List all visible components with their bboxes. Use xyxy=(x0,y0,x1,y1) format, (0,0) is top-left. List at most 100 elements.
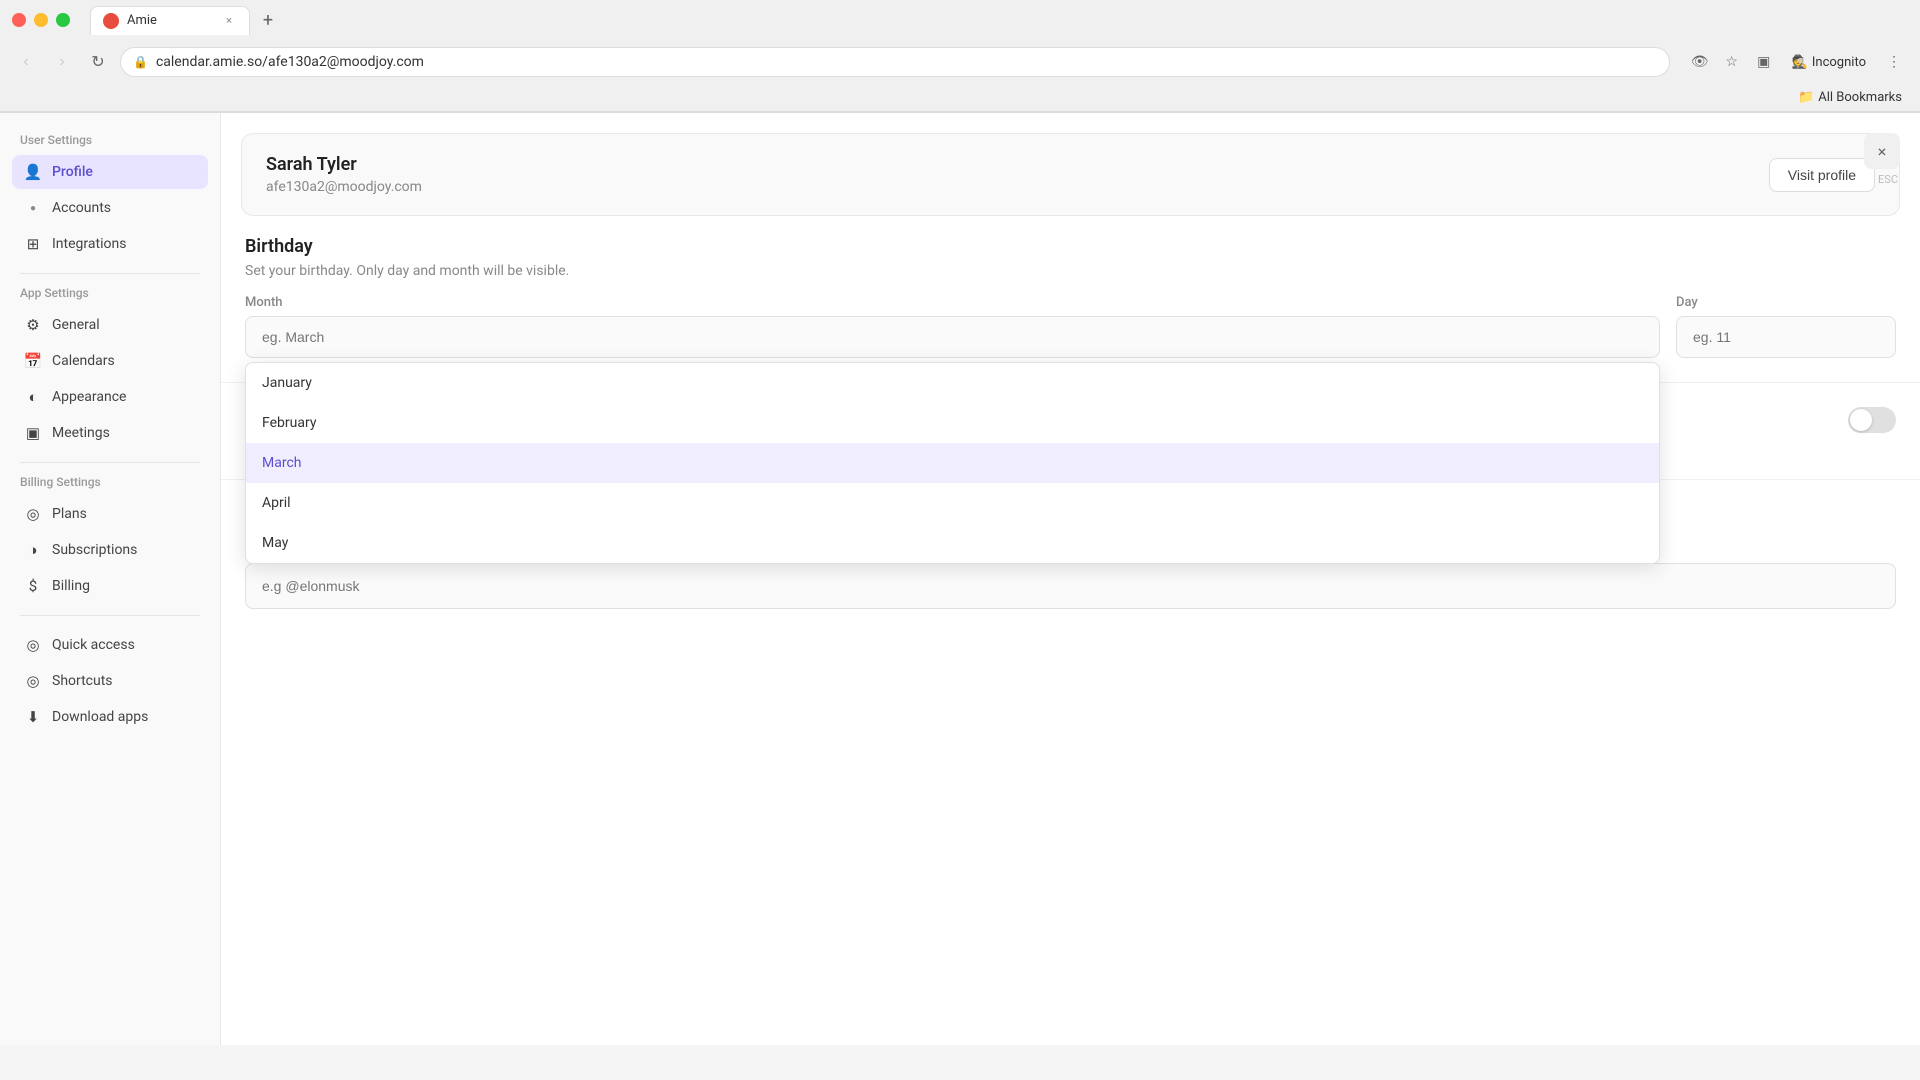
sidebar-download-label: Download apps xyxy=(52,709,148,725)
main-content: × ESC Sarah Tyler afe130a2@moodjoy.com V… xyxy=(220,113,1920,1045)
sidebar-item-plans[interactable]: ◎ Plans xyxy=(12,497,208,531)
bookmark-star-btn[interactable]: ☆ xyxy=(1718,48,1746,76)
geolocation-toggle[interactable] xyxy=(1848,407,1896,433)
address-bar[interactable]: 🔒 calendar.amie.so/afe130a2@moodjoy.com xyxy=(120,47,1670,77)
sidebar-subscriptions-label: Subscriptions xyxy=(52,542,137,558)
shortcuts-icon: ◎ xyxy=(24,672,42,690)
sidebar-toggle-btn[interactable]: ▣ xyxy=(1750,48,1778,76)
app-settings-label: App Settings xyxy=(12,286,208,300)
window-close-btn[interactable]: × xyxy=(12,13,26,27)
sidebar-meetings-label: Meetings xyxy=(52,425,110,441)
sidebar-quick-access-label: Quick access xyxy=(52,637,135,653)
page-content: User Settings 👤 Profile ● Accounts ⊞ Int… xyxy=(0,113,1920,1045)
nav-bar: ‹ › ↻ 🔒 calendar.amie.so/afe130a2@moodjo… xyxy=(0,40,1920,84)
sidebar-plans-label: Plans xyxy=(52,506,87,522)
tab-close-btn[interactable]: × xyxy=(221,13,237,29)
visit-profile-btn[interactable]: Visit profile xyxy=(1769,158,1875,192)
sidebar-appearance-label: Appearance xyxy=(52,389,126,405)
incognito-label: Incognito xyxy=(1812,55,1866,70)
sidebar-item-meetings[interactable]: ▣ Meetings xyxy=(12,416,208,450)
profile-info: Sarah Tyler afe130a2@moodjoy.com xyxy=(266,154,422,195)
incognito-icon: 🕵 xyxy=(1792,55,1808,70)
appearance-icon: ◐ xyxy=(24,388,42,406)
month-input-group: Month January February March April May xyxy=(245,295,1660,358)
bookmarks-bar: 📁 All Bookmarks xyxy=(0,84,1920,112)
tab-bar: Amie × + xyxy=(82,2,1908,38)
incognito-btn[interactable]: 🕵 Incognito xyxy=(1782,51,1876,74)
sidebar: User Settings 👤 Profile ● Accounts ⊞ Int… xyxy=(0,113,220,1045)
profile-icon: 👤 xyxy=(24,163,42,181)
browser-tab-amie[interactable]: Amie × xyxy=(90,6,250,35)
day-input[interactable] xyxy=(1676,316,1896,358)
dropdown-item-february[interactable]: February xyxy=(246,403,1659,443)
title-bar: × − + Amie × + xyxy=(0,0,1920,40)
sidebar-divider-1 xyxy=(20,273,200,274)
birthday-title: Birthday xyxy=(245,236,1896,257)
sidebar-item-calendars[interactable]: 📅 Calendars xyxy=(12,344,208,378)
address-text: calendar.amie.so/afe130a2@moodjoy.com xyxy=(156,54,1657,70)
month-label: Month xyxy=(245,295,1660,310)
sidebar-shortcuts-label: Shortcuts xyxy=(52,673,113,689)
sidebar-item-download-apps[interactable]: ⬇ Download apps xyxy=(12,700,208,734)
window-minimize-btn[interactable]: − xyxy=(34,13,48,27)
lock-icon: 🔒 xyxy=(133,55,148,69)
more-options-btn[interactable]: ⋮ xyxy=(1880,48,1908,76)
profile-header: Sarah Tyler afe130a2@moodjoy.com Visit p… xyxy=(241,133,1900,216)
birthday-section: Birthday Set your birthday. Only day and… xyxy=(221,236,1920,382)
accounts-icon: ● xyxy=(24,199,42,217)
sidebar-item-billing[interactable]: $ Billing xyxy=(12,569,208,603)
sidebar-item-profile[interactable]: 👤 Profile xyxy=(12,155,208,189)
calendars-icon: 📅 xyxy=(24,352,42,370)
subscriptions-icon: ◑ xyxy=(24,541,42,559)
general-icon: ⚙ xyxy=(24,316,42,334)
sidebar-general-label: General xyxy=(52,317,100,333)
eye-icon-btn[interactable]: 👁 xyxy=(1686,48,1714,76)
sidebar-divider-3 xyxy=(20,615,200,616)
tab-title: Amie xyxy=(127,13,213,28)
nav-icons: 👁 ☆ ▣ 🕵 Incognito ⋮ xyxy=(1686,48,1908,76)
window-controls: × − + xyxy=(12,13,70,27)
sidebar-calendars-label: Calendars xyxy=(52,353,115,369)
day-input-group: Day xyxy=(1676,295,1896,358)
reload-btn[interactable]: ↻ xyxy=(84,48,112,76)
sidebar-divider-2 xyxy=(20,462,200,463)
sidebar-item-general[interactable]: ⚙ General xyxy=(12,308,208,342)
profile-name: Sarah Tyler xyxy=(266,154,422,175)
window-maximize-btn[interactable]: + xyxy=(56,13,70,27)
settings-close-btn[interactable]: × xyxy=(1864,133,1900,169)
month-input-container: January February March April May xyxy=(245,316,1660,358)
new-tab-btn[interactable]: + xyxy=(254,6,282,34)
sidebar-item-appearance[interactable]: ◐ Appearance xyxy=(12,380,208,414)
sidebar-item-shortcuts[interactable]: ◎ Shortcuts xyxy=(12,664,208,698)
meetings-icon: ▣ xyxy=(24,424,42,442)
all-bookmarks-btn[interactable]: 📁 All Bookmarks xyxy=(1792,88,1908,107)
dropdown-item-may[interactable]: May xyxy=(246,523,1659,563)
user-settings-label: User Settings xyxy=(12,133,208,147)
billing-icon: $ xyxy=(24,577,42,595)
browser-chrome: × − + Amie × + ‹ › ↻ 🔒 calendar.amie.so/… xyxy=(0,0,1920,113)
dropdown-item-april[interactable]: April xyxy=(246,483,1659,523)
birthday-inputs: Month January February March April May xyxy=(245,295,1896,358)
dropdown-item-january[interactable]: January xyxy=(246,363,1659,403)
forward-btn[interactable]: › xyxy=(48,48,76,76)
twitter-input[interactable] xyxy=(245,563,1896,609)
sidebar-item-quick-access[interactable]: ◎ Quick access xyxy=(12,628,208,662)
billing-settings-label: Billing Settings xyxy=(12,475,208,489)
bookmarks-label: All Bookmarks xyxy=(1818,90,1902,105)
month-dropdown: January February March April May xyxy=(245,362,1660,564)
dropdown-item-march[interactable]: March xyxy=(246,443,1659,483)
back-btn[interactable]: ‹ xyxy=(12,48,40,76)
folder-icon: 📁 xyxy=(1798,90,1814,105)
profile-email: afe130a2@moodjoy.com xyxy=(266,179,422,195)
sidebar-profile-label: Profile xyxy=(52,164,93,180)
tab-favicon xyxy=(103,13,119,29)
sidebar-accounts-label: Accounts xyxy=(52,200,111,216)
sidebar-item-subscriptions[interactable]: ◑ Subscriptions xyxy=(12,533,208,567)
day-label: Day xyxy=(1676,295,1896,310)
esc-label: ESC xyxy=(1878,173,1898,186)
month-input[interactable] xyxy=(245,316,1660,358)
sidebar-item-integrations[interactable]: ⊞ Integrations xyxy=(12,227,208,261)
sidebar-integrations-label: Integrations xyxy=(52,236,126,252)
integrations-icon: ⊞ xyxy=(24,235,42,253)
sidebar-item-accounts[interactable]: ● Accounts xyxy=(12,191,208,225)
